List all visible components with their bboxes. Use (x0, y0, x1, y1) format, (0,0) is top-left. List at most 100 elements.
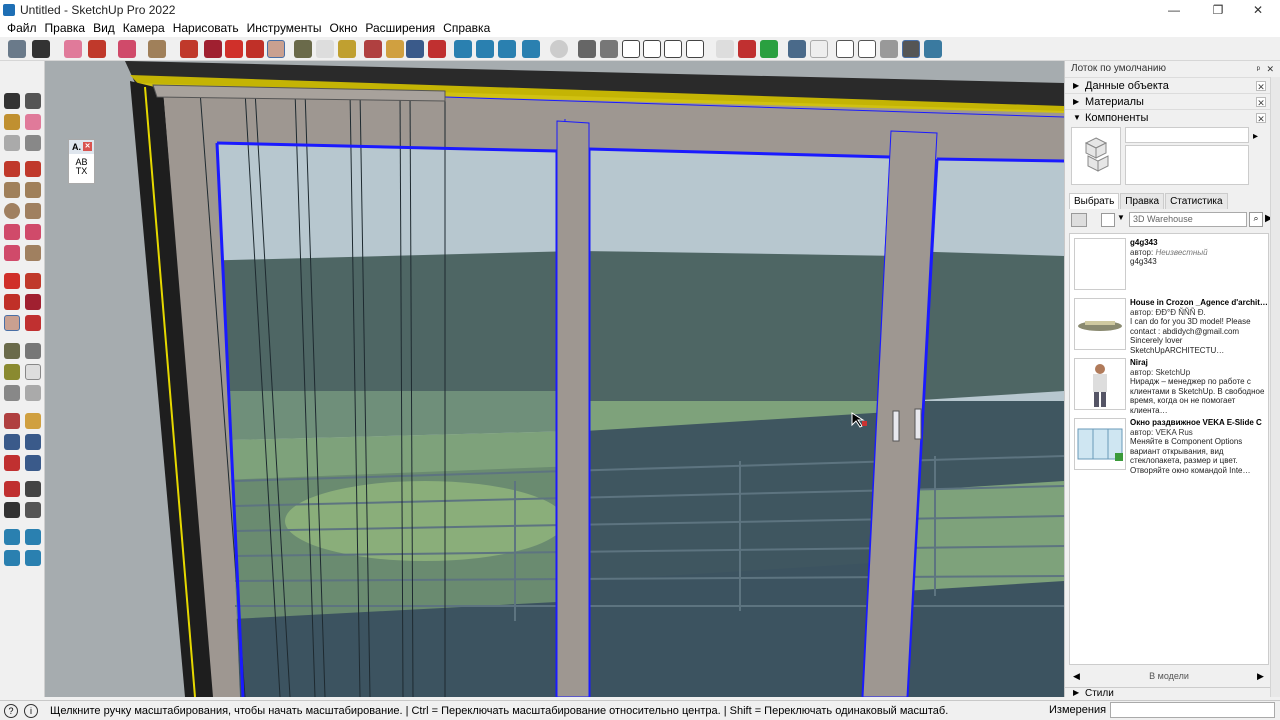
iso-view-icon[interactable] (578, 40, 596, 58)
text-tool-icon[interactable] (316, 40, 334, 58)
3d-text-icon[interactable] (25, 385, 41, 401)
panel-materials[interactable]: ▶ Материалы ✕ (1065, 93, 1280, 109)
shaded-textures-icon[interactable] (902, 40, 920, 58)
list-item[interactable]: Niraj автор: SketchUp Нирадж – менеджер … (1070, 354, 1268, 415)
rotate-icon[interactable] (4, 294, 20, 310)
orbit-tool-icon[interactable] (364, 40, 382, 58)
pin-icon[interactable]: ᵖ (1257, 61, 1260, 77)
list-item[interactable]: Окно раздвижное VEKA E-Slide C автор: VE… (1070, 414, 1268, 475)
xray-icon[interactable] (788, 40, 806, 58)
previous-view-icon[interactable] (25, 455, 41, 471)
top-view-icon[interactable] (600, 40, 618, 58)
shaded-icon[interactable] (880, 40, 898, 58)
back-view-icon[interactable] (664, 40, 682, 58)
tab-edit[interactable]: Правка (1120, 193, 1165, 209)
layout-icon[interactable] (498, 40, 516, 58)
forward-arrow-icon[interactable]: ▶ (1257, 671, 1264, 682)
play-icon[interactable] (760, 40, 778, 58)
lasso-tool-icon[interactable] (25, 93, 41, 109)
rectangle-icon[interactable] (4, 182, 20, 198)
menu-window[interactable]: Окно (325, 21, 361, 35)
panel-components[interactable]: ▼ Компоненты ✕ (1065, 109, 1280, 125)
push-pull-icon[interactable] (25, 273, 41, 289)
instructor-icon[interactable]: ? (4, 703, 18, 718)
tab-select[interactable]: Выбрать (1069, 193, 1120, 209)
walk-icon[interactable] (4, 502, 20, 518)
search-icon[interactable]: ⌕ (1249, 212, 1263, 227)
paint-bucket-icon[interactable] (338, 40, 356, 58)
component-description-field[interactable] (1125, 145, 1249, 185)
menu-draw[interactable]: Нарисовать (169, 21, 243, 35)
home-icon[interactable] (1101, 213, 1115, 227)
rectangle-tool-icon[interactable] (148, 40, 166, 58)
warehouse-icon[interactable] (4, 529, 20, 545)
menu-camera[interactable]: Камера (119, 21, 169, 35)
tags-widget-close-icon[interactable]: ✕ (83, 142, 92, 151)
position-camera-icon[interactable] (4, 481, 20, 497)
text-icon[interactable] (25, 364, 41, 380)
line-icon[interactable] (4, 161, 20, 177)
monochrome-icon[interactable] (924, 40, 942, 58)
tags-widget[interactable]: A. ✕ AB TX (68, 139, 95, 184)
layout-send-icon[interactable] (25, 550, 41, 566)
panel-close-icon[interactable]: ✕ (1256, 97, 1266, 108)
scenes-icon[interactable] (738, 40, 756, 58)
two-point-arc-icon[interactable] (25, 224, 41, 240)
line-tool-icon[interactable] (88, 40, 106, 58)
menu-file[interactable]: Файл (3, 21, 41, 35)
arc-icon[interactable] (4, 224, 20, 240)
follow-me-tool-icon[interactable] (204, 40, 222, 58)
section-plane-icon[interactable] (25, 502, 41, 518)
scale-icon[interactable] (4, 315, 20, 331)
back-edges-icon[interactable] (810, 40, 828, 58)
chevron-down-icon[interactable]: ▼ (1117, 213, 1125, 222)
extension-warehouse-icon[interactable] (476, 40, 494, 58)
tape-measure-icon[interactable] (4, 343, 20, 359)
rotate-tool-icon[interactable] (246, 40, 264, 58)
list-item[interactable]: g4g343 автор: Неизвестный g4g343 (1070, 234, 1268, 294)
axes-icon[interactable] (4, 385, 20, 401)
menu-view[interactable]: Вид (89, 21, 119, 35)
pie-icon[interactable] (25, 245, 41, 261)
wireframe-icon[interactable] (836, 40, 854, 58)
push-pull-tool-icon[interactable] (180, 40, 198, 58)
polygon-icon[interactable] (25, 203, 41, 219)
move-icon[interactable] (4, 273, 20, 289)
zoom-extents-icon[interactable] (428, 40, 446, 58)
warehouse-icon[interactable] (454, 40, 472, 58)
account-icon[interactable] (550, 40, 568, 58)
eraser-icon[interactable] (25, 114, 41, 130)
list-item[interactable]: House in Crozon _Agence d'archit… автор:… (1070, 294, 1268, 355)
zoom-window-icon[interactable] (25, 434, 41, 450)
view-options-icon[interactable] (1071, 213, 1087, 227)
zoom-icon[interactable] (4, 434, 20, 450)
rotated-rectangle-icon[interactable] (25, 182, 41, 198)
circle-icon[interactable] (4, 203, 20, 219)
measurements-input[interactable] (1110, 702, 1275, 718)
component-tool-icon[interactable] (4, 135, 20, 151)
protractor-icon[interactable] (4, 364, 20, 380)
tab-statistics[interactable]: Статистика (1165, 193, 1228, 209)
tape-measure-icon[interactable] (294, 40, 312, 58)
info-icon[interactable]: i (24, 703, 38, 718)
pan-tool-icon[interactable] (386, 40, 404, 58)
warehouse-search-input[interactable]: 3D Warehouse (1129, 212, 1247, 227)
scale-tool-icon[interactable] (267, 40, 285, 58)
front-view-icon[interactable] (622, 40, 640, 58)
zoom-extents-icon[interactable] (4, 455, 20, 471)
menu-extensions[interactable]: Расширения (361, 21, 439, 35)
panel-close-icon[interactable]: ✕ (1256, 81, 1266, 92)
maximize-button[interactable]: ❐ (1200, 0, 1236, 19)
hidden-line-icon[interactable] (858, 40, 876, 58)
component-name-field[interactable] (1125, 127, 1249, 143)
details-icon[interactable]: ▸ (1253, 131, 1258, 142)
panel-styles[interactable]: ▶ Стили (1065, 687, 1280, 701)
menu-edit[interactable]: Правка (41, 21, 90, 35)
menu-help[interactable]: Справка (439, 21, 494, 35)
left-view-icon[interactable] (686, 40, 704, 58)
3d-viewport[interactable] (45, 61, 1064, 697)
tray-close-icon[interactable]: ✕ (1266, 61, 1274, 77)
pencil-icon[interactable] (25, 135, 41, 151)
offset-icon[interactable] (25, 315, 41, 331)
zoom-tool-icon[interactable] (406, 40, 424, 58)
